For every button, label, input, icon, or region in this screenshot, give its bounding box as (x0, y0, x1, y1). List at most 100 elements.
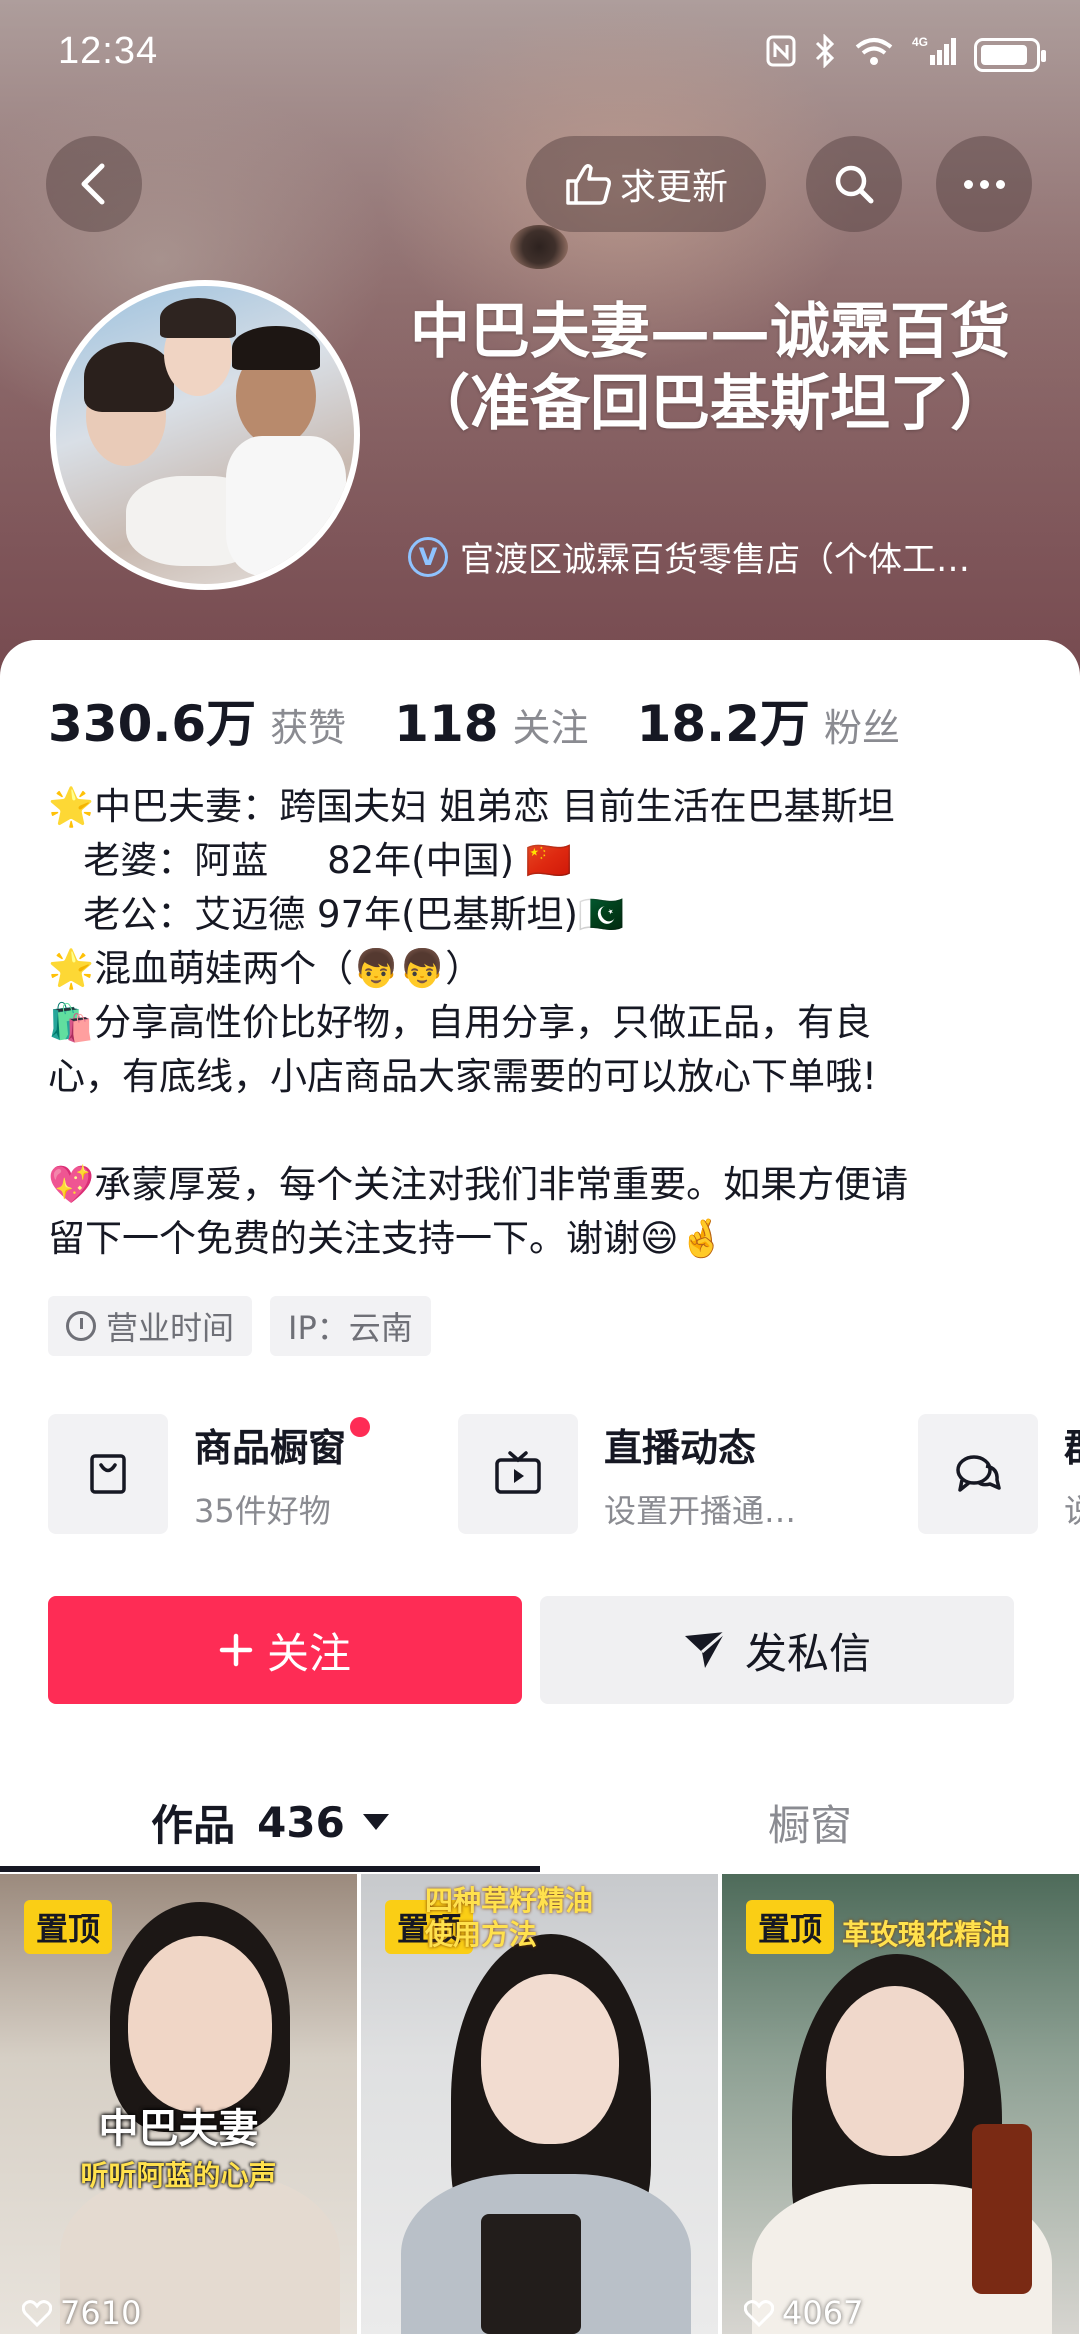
notification-dot (350, 1416, 371, 1437)
profile-name: 中巴夫妻——诚霖百货（准备回巴基斯坦了） (410, 297, 1010, 439)
nfc-icon (766, 35, 796, 75)
pinned-badge: 置顶 (24, 1900, 113, 1954)
feature-shop-window-title: 商品橱窗 (194, 1416, 371, 1472)
video-caption: 革玫瑰花精油 (842, 1918, 1011, 1951)
network-type: 4G (912, 35, 928, 49)
video-caption: 四种草籽精油 使用方法 (425, 1884, 594, 1951)
status-icons: 4G (766, 33, 1046, 76)
stat-likes[interactable]: 330.6万 获赞 (48, 684, 346, 756)
bio-line: 🌟混血萌娃两个（👦👦） (48, 947, 483, 990)
thumb-face (128, 1936, 272, 2112)
shopping-bag-icon (48, 1414, 168, 1534)
banner-photo-detail (510, 225, 568, 269)
avatar-hair-mother (84, 342, 174, 412)
send-message-label: 发私信 (744, 1628, 871, 1678)
bio-line: 💖承蒙厚爱，每个关注对我们非常重要。如果方便请 (48, 1163, 909, 1206)
feature-shop-window-subtitle: 35件好物 (194, 1491, 331, 1530)
feature-group-chat[interactable]: 群 说 (918, 1414, 1080, 1534)
pinned-badge: 置顶 (746, 1900, 835, 1954)
follow-label: 关注 (266, 1628, 351, 1678)
stat-following-label: 关注 (512, 706, 589, 750)
feature-live-updates[interactable]: 直播动态 设置开播通… (458, 1414, 796, 1534)
more-options-button[interactable] (936, 136, 1032, 232)
stat-followers-label: 粉丝 (823, 706, 900, 750)
business-hours-tag[interactable]: 营业时间 (48, 1296, 253, 1356)
ip-location-label: IP：云南 (288, 1309, 413, 1347)
heart-icon (22, 2300, 52, 2327)
avatar-hair-child (160, 298, 236, 338)
thumb-bottle (972, 2124, 1032, 2294)
stat-likes-label: 获赞 (270, 706, 347, 750)
bio-line: 老公：艾迈德 97年(巴基斯坦)🇵🇰 (48, 893, 625, 936)
video-subcaption: 听听阿蓝的心声 (80, 2159, 277, 2192)
bio-line: 心，有底线，小店商品大家需要的可以放心下单哦! (48, 1055, 877, 1098)
search-button[interactable] (806, 136, 902, 232)
active-tab-indicator (0, 1866, 540, 1872)
feature-tiles: 商品橱窗 35件好物 直播动态 设置开播通… 群 说 (48, 1414, 1080, 1544)
back-button[interactable] (46, 136, 142, 232)
chat-icon (918, 1414, 1038, 1534)
video-likes: 7610 (22, 2294, 141, 2332)
company-name: 官渡区诚霖百货零售店（个体工… (460, 540, 970, 580)
stat-followers-value: 18.2万 (636, 695, 810, 753)
chevron-left-icon (81, 163, 105, 205)
heart-icon (744, 2300, 774, 2327)
tv-icon (458, 1414, 578, 1534)
video-thumbnail[interactable]: 置顶 四种草籽精油 使用方法 (361, 1874, 718, 2334)
bio-line: 🛍️分享高性价比好物，自用分享，只做正品，有良 (48, 1001, 872, 1044)
follow-button[interactable]: 关注 (48, 1596, 522, 1704)
profile-bio: 🌟中巴夫妻：跨国夫妇 姐弟恋 目前生活在巴基斯坦 老婆：阿蓝 82年(中国) 🇨… (48, 780, 1038, 1266)
profile-stats: 330.6万 获赞 118 关注 18.2万 粉丝 (48, 684, 948, 756)
stat-following[interactable]: 118 关注 (394, 695, 588, 753)
caret-down-icon (362, 1814, 389, 1830)
pointing-hand-icon (566, 164, 611, 205)
video-likes-count: 7610 (60, 2294, 142, 2332)
video-thumbnail[interactable]: 置顶 中巴夫妻 听听阿蓝的心声 7610 (0, 1874, 357, 2334)
tab-works-count: 436 (257, 1797, 345, 1847)
battery-icon (974, 38, 1046, 72)
bio-line (48, 1104, 1038, 1158)
thumb-face (826, 1986, 964, 2156)
stat-following-value: 118 (394, 695, 499, 753)
feature-group-chat-subtitle: 说 (1064, 1486, 1080, 1532)
video-likes: 4067 (744, 2294, 863, 2332)
search-icon (835, 165, 874, 204)
more-dots-icon (963, 179, 1005, 189)
thumb-product (481, 2214, 581, 2334)
content-tabs: 作品 436 橱窗 (0, 1770, 1080, 1880)
stat-followers[interactable]: 18.2万 粉丝 (637, 684, 900, 756)
feature-group-chat-title: 群 (1064, 1417, 1080, 1472)
verified-company[interactable]: V 官渡区诚霖百货零售店（个体工… (408, 532, 1008, 581)
request-update-button[interactable]: 求更新 (526, 136, 766, 232)
tab-works[interactable]: 作品 436 (0, 1770, 540, 1874)
wifi-icon (854, 36, 894, 74)
bio-line: 🌟中巴夫妻：跨国夫妇 姐弟恋 目前生活在巴基斯坦 (48, 785, 895, 828)
bluetooth-icon (814, 33, 836, 76)
thumb-face (481, 1974, 619, 2144)
plus-icon (219, 1633, 253, 1667)
video-thumbnail[interactable]: 置顶 革玫瑰花精油 4067 (722, 1874, 1079, 2334)
cellular-signal-icon: 4G (912, 35, 956, 75)
verified-badge-icon: V (408, 536, 448, 577)
stat-likes-value: 330.6万 (48, 695, 257, 753)
bio-line: 老婆：阿蓝 82年(中国) 🇨🇳 (48, 839, 572, 882)
send-message-button[interactable]: 发私信 (540, 1596, 1014, 1704)
feature-live-updates-subtitle: 设置开播通… (604, 1491, 797, 1530)
profile-avatar[interactable] (50, 280, 360, 590)
tab-shop-window-label: 橱窗 (767, 1800, 852, 1850)
send-icon (684, 1630, 726, 1668)
profile-tags: 营业时间 IP：云南 (48, 1296, 431, 1356)
tab-works-label: 作品 (151, 1800, 236, 1850)
feature-live-updates-title: 直播动态 (604, 1425, 757, 1470)
avatar-hair-father (232, 326, 320, 370)
video-grid: 置顶 中巴夫妻 听听阿蓝的心声 7610 置顶 四种草籽精油 使用方法 置顶 革… (0, 1874, 1080, 2334)
ip-location-tag: IP：云南 (270, 1296, 431, 1356)
request-update-label: 求更新 (619, 167, 728, 208)
status-bar: 12:34 4G (0, 0, 1080, 104)
status-time: 12:34 (58, 30, 159, 72)
bio-line: 留下一个免费的关注支持一下。谢谢😄🤞 (48, 1217, 725, 1260)
avatar-white-shirt (226, 436, 346, 576)
tab-shop-window[interactable]: 橱窗 (540, 1770, 1080, 1874)
feature-shop-window[interactable]: 商品橱窗 35件好物 (48, 1414, 371, 1534)
video-caption: 中巴夫妻 (98, 2106, 259, 2152)
